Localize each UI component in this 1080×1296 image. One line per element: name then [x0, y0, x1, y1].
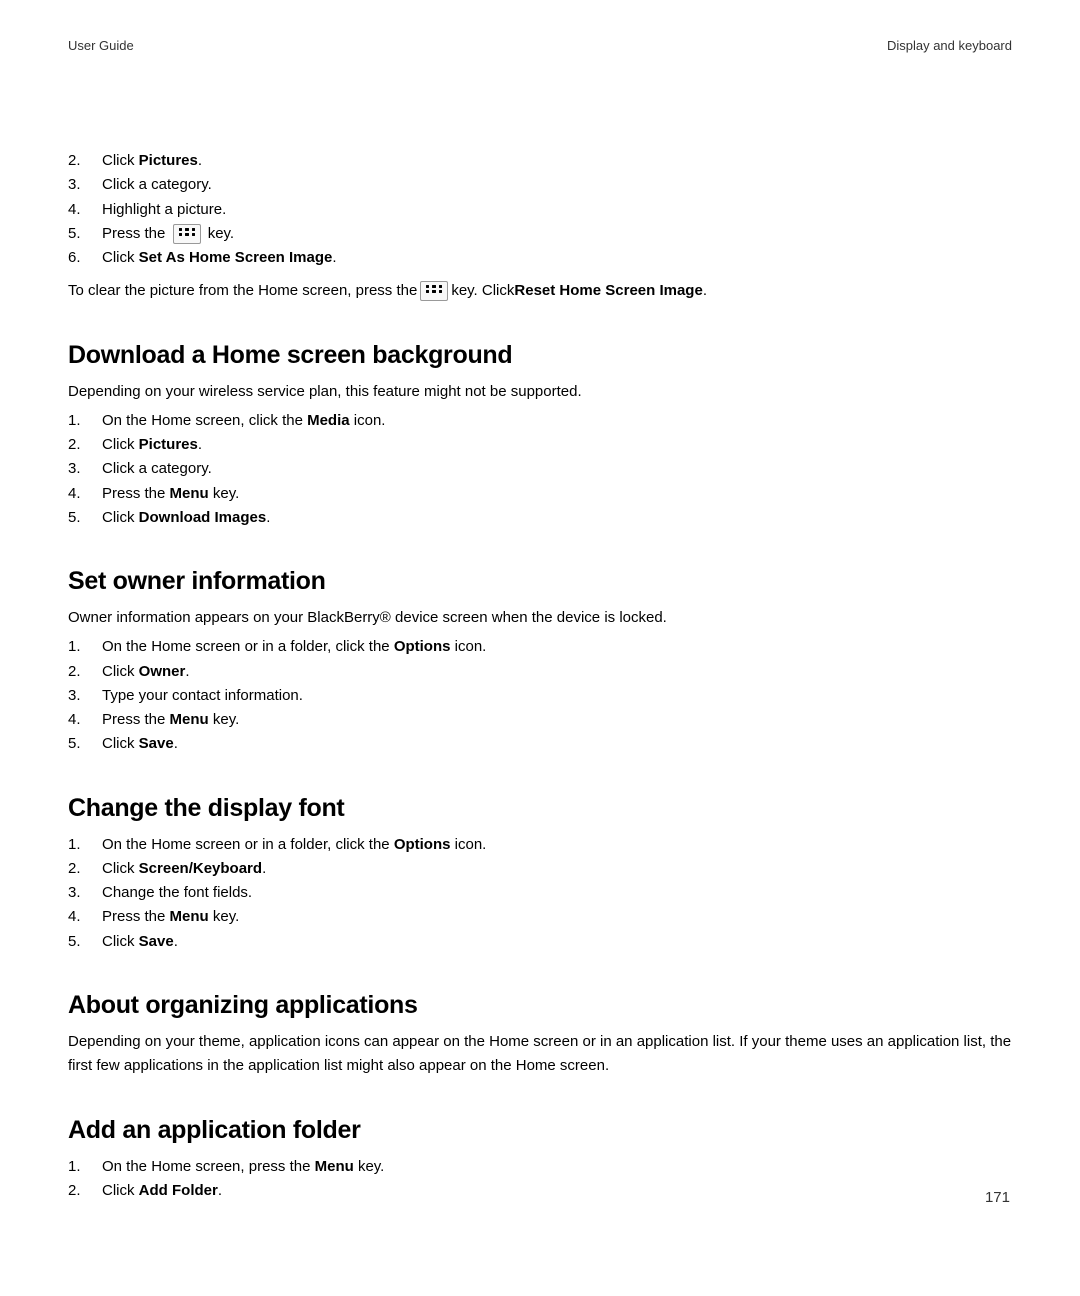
list-item: 4.Press the Menu key.: [68, 708, 1012, 731]
heading-download-background: Download a Home screen background: [68, 341, 1012, 370]
list-item: 4.Press the Menu key.: [68, 482, 1012, 505]
list-item: 2.Click Owner.: [68, 660, 1012, 683]
step-number: 3.: [68, 173, 102, 196]
menu-key-icon: [420, 281, 448, 301]
heading-organizing-apps: About organizing applications: [68, 991, 1012, 1020]
list-item: 1.On the Home screen, press the Menu key…: [68, 1155, 1012, 1178]
list-item: 1.On the Home screen or in a folder, cli…: [68, 635, 1012, 658]
list-item: 1.On the Home screen, click the Media ic…: [68, 409, 1012, 432]
step-number: 4.: [68, 198, 102, 221]
page-number: 171: [985, 1189, 1010, 1206]
step-number: 2.: [68, 149, 102, 172]
clear-picture-paragraph: To clear the picture from the Home scree…: [68, 279, 1012, 302]
step-text: Click a category.: [102, 173, 1012, 196]
download-steps-list: 1.On the Home screen, click the Media ic…: [68, 409, 1012, 529]
list-item: 5.Click Download Images.: [68, 506, 1012, 529]
header-right: Display and keyboard: [887, 38, 1012, 53]
list-item: 6.Click Set As Home Screen Image.: [68, 246, 1012, 269]
menu-key-icon: [173, 224, 201, 244]
heading-display-font: Change the display font: [68, 794, 1012, 823]
page-content: 2.Click Pictures. 3.Click a category. 4.…: [68, 149, 1012, 1202]
step-text: Click Pictures.: [102, 149, 1012, 172]
header-left: User Guide: [68, 38, 134, 53]
owner-steps-list: 1.On the Home screen or in a folder, cli…: [68, 635, 1012, 755]
blackberry-menu-icon: [179, 228, 195, 238]
step-number: 6.: [68, 246, 102, 269]
heading-add-folder: Add an application folder: [68, 1116, 1012, 1145]
list-item: 5.Click Save.: [68, 930, 1012, 953]
list-item: 2.Click Pictures.: [68, 149, 1012, 172]
list-item: 3.Type your contact information.: [68, 684, 1012, 707]
blackberry-menu-icon: [426, 285, 442, 295]
addfolder-steps-list: 1.On the Home screen, press the Menu key…: [68, 1155, 1012, 1203]
list-item: 4.Highlight a picture.: [68, 198, 1012, 221]
page-header: User Guide Display and keyboard: [68, 38, 1012, 53]
list-item: 3.Click a category.: [68, 457, 1012, 480]
list-item: 2.Click Pictures.: [68, 433, 1012, 456]
step-text: Press the key.: [102, 222, 1012, 245]
list-item: 2.Click Screen/Keyboard.: [68, 857, 1012, 880]
intro-download: Depending on your wireless service plan,…: [68, 380, 1012, 403]
list-item: 2.Click Add Folder.: [68, 1179, 1012, 1202]
organizing-body: Depending on your theme, application ico…: [68, 1030, 1012, 1078]
step-number: 5.: [68, 222, 102, 245]
list-item: 3.Click a category.: [68, 173, 1012, 196]
list-item: 5.Press the key.: [68, 222, 1012, 245]
list-item: 5.Click Save.: [68, 732, 1012, 755]
initial-steps-list: 2.Click Pictures. 3.Click a category. 4.…: [68, 149, 1012, 269]
page-container: User Guide Display and keyboard 2.Click …: [0, 0, 1080, 1202]
intro-owner: Owner information appears on your BlackB…: [68, 606, 1012, 629]
font-steps-list: 1.On the Home screen or in a folder, cli…: [68, 833, 1012, 953]
heading-owner-info: Set owner information: [68, 567, 1012, 596]
list-item: 3.Change the font fields.: [68, 881, 1012, 904]
step-text: Click Set As Home Screen Image.: [102, 246, 1012, 269]
list-item: 4.Press the Menu key.: [68, 905, 1012, 928]
step-text: Highlight a picture.: [102, 198, 1012, 221]
list-item: 1.On the Home screen or in a folder, cli…: [68, 833, 1012, 856]
